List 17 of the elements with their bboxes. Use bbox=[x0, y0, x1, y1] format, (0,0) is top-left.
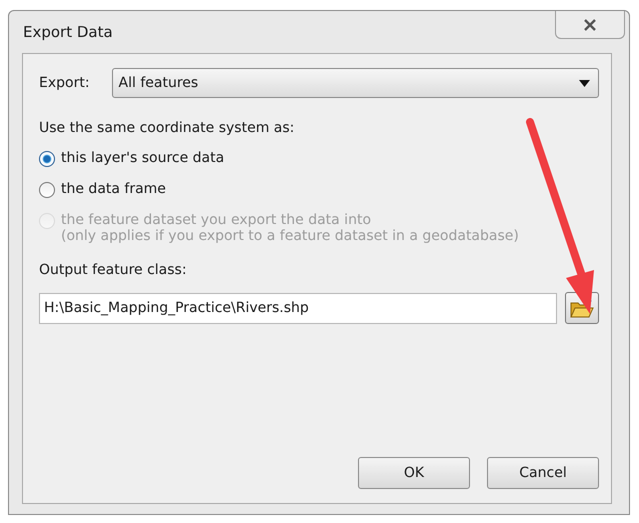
radio-note: (only applies if you export to a feature dataset in a geodatabase) bbox=[61, 228, 519, 244]
dropdown-caret-icon bbox=[579, 80, 590, 86]
radio-label: the data frame bbox=[61, 181, 166, 197]
output-label: Output feature class: bbox=[39, 262, 188, 278]
radio-label: the feature dataset you export the data into bbox=[61, 212, 372, 228]
window-title: Export Data bbox=[23, 23, 113, 41]
coordinate-heading: Use the same coordinate system as: bbox=[39, 120, 296, 136]
export-label: Export: bbox=[39, 75, 90, 91]
radio-button[interactable] bbox=[39, 182, 55, 198]
dialog-button[interactable]: Cancel bbox=[487, 457, 599, 489]
export-dropdown[interactable]: All features bbox=[112, 68, 599, 98]
output-path-field[interactable]: H:\Basic_Mapping_Practice\Rivers.shp bbox=[39, 292, 557, 324]
close-button[interactable] bbox=[555, 11, 625, 39]
radio-label: this layer's source data bbox=[61, 150, 224, 166]
radio-button[interactable] bbox=[39, 151, 55, 167]
dialog-button[interactable]: OK bbox=[358, 457, 470, 489]
close-icon bbox=[583, 18, 597, 30]
